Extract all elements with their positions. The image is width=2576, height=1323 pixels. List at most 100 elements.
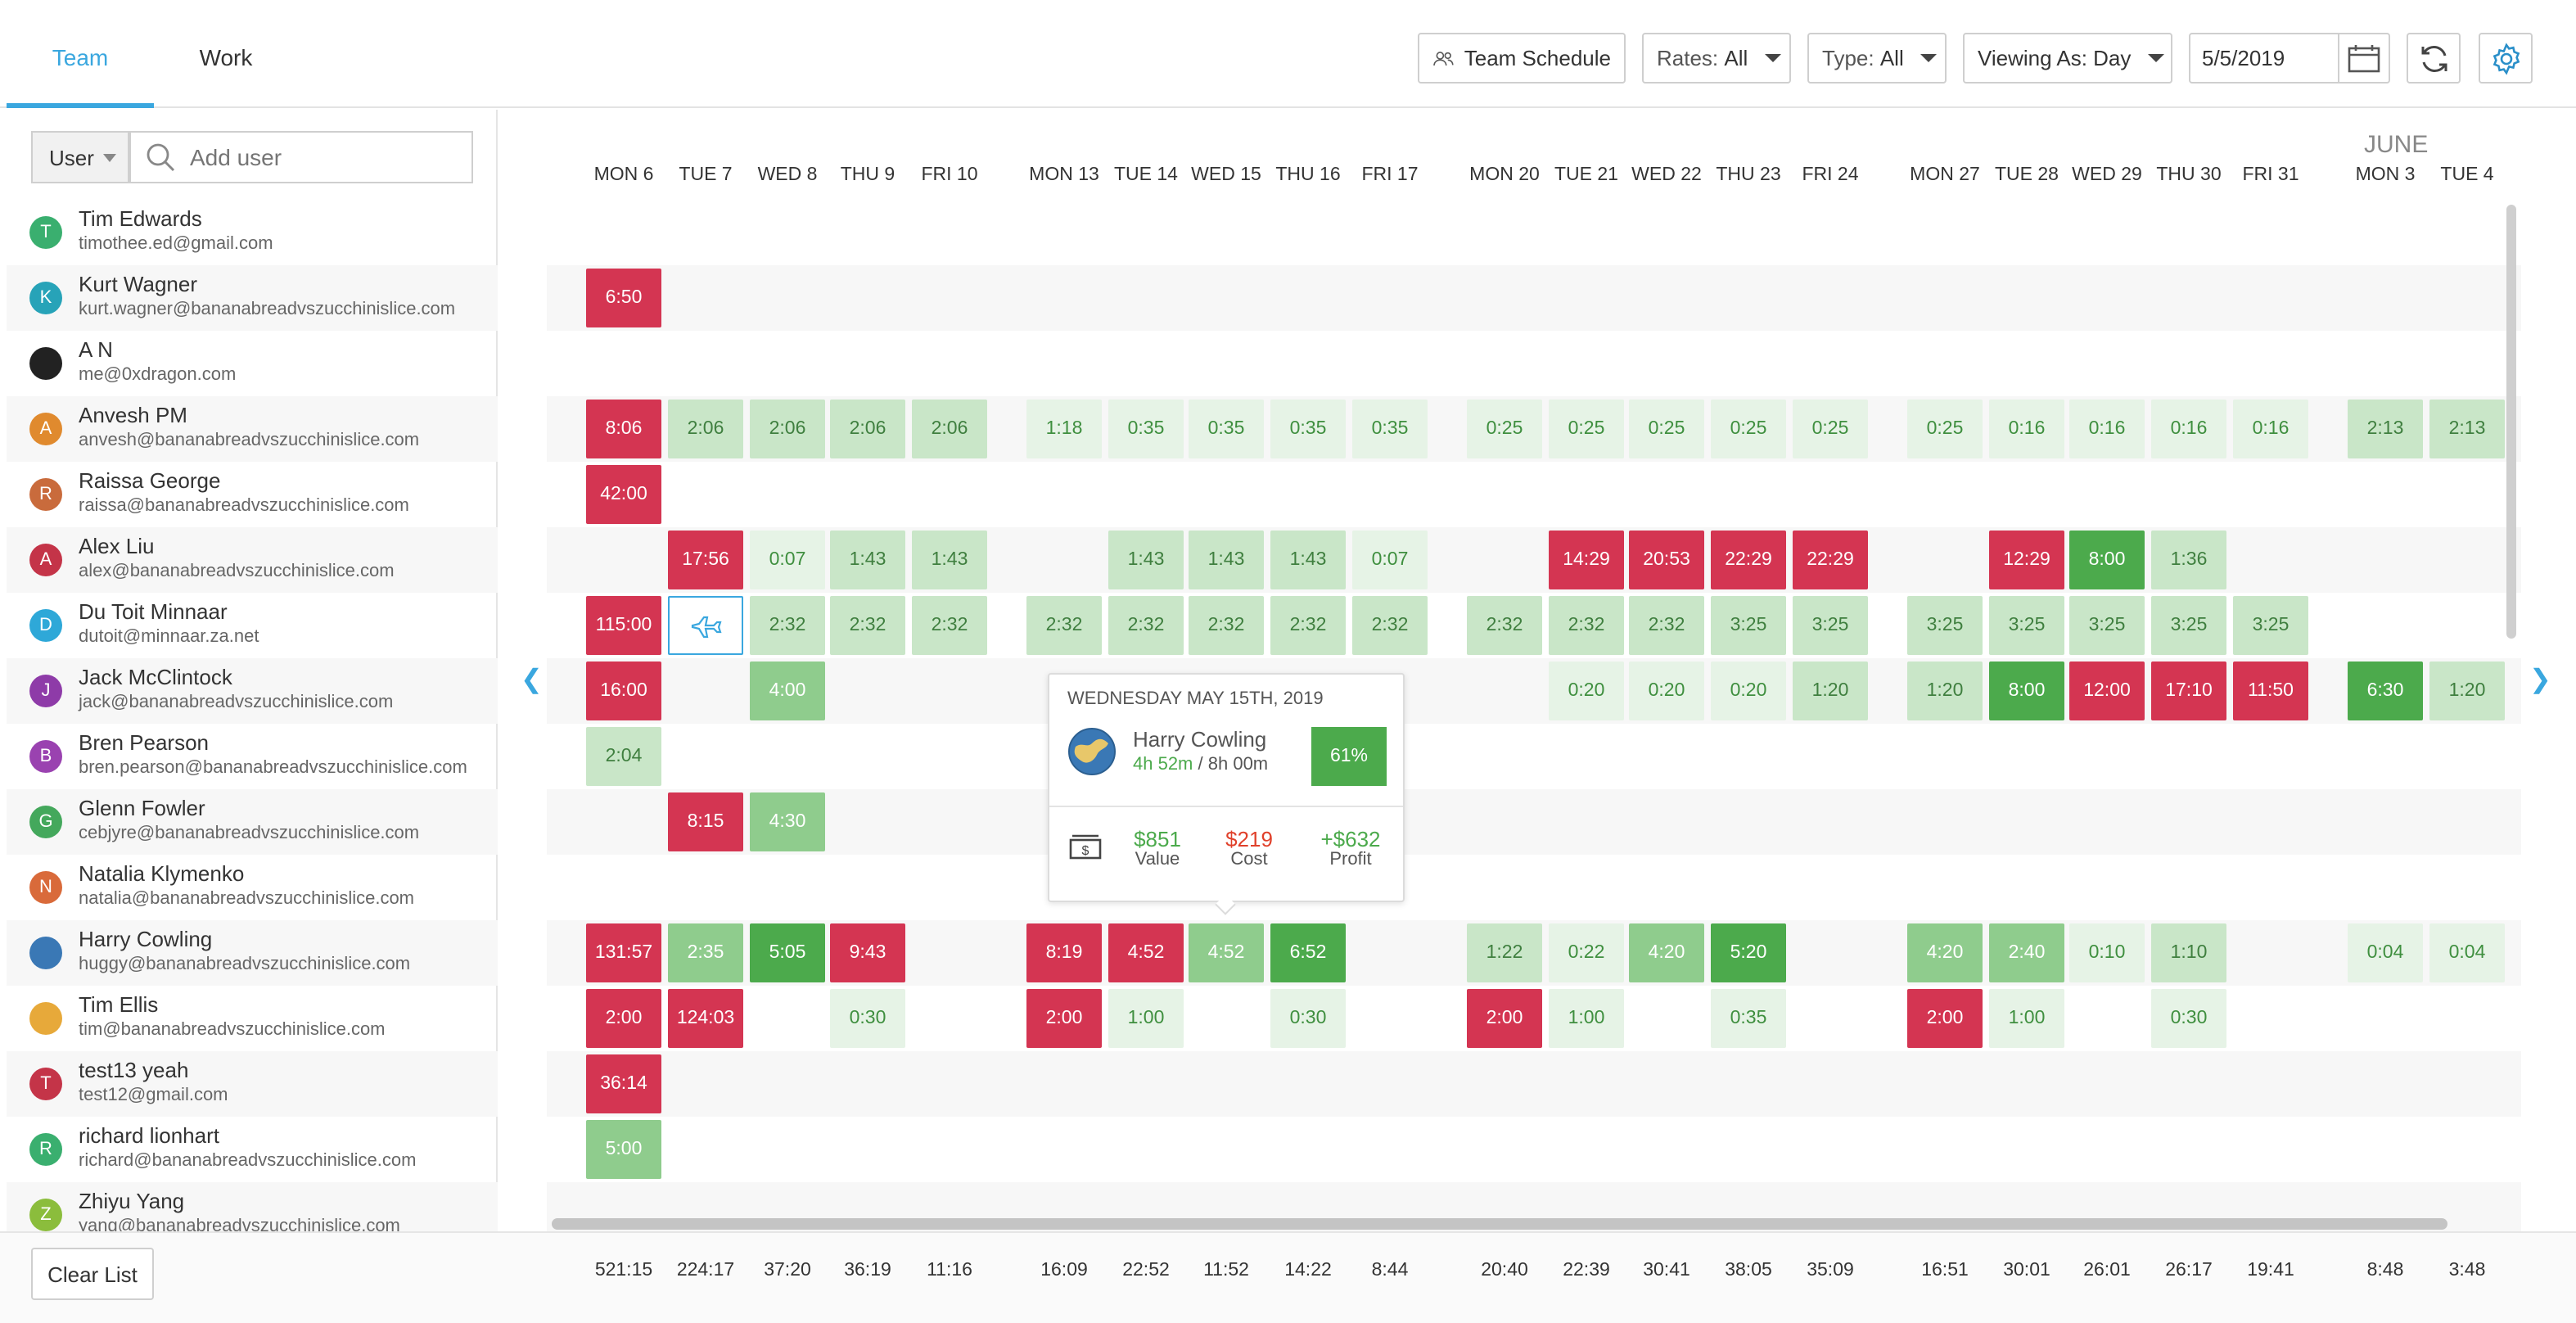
time-cell[interactable]: 1:10 <box>2151 923 2226 982</box>
time-cell[interactable]: 0:35 <box>1711 989 1786 1048</box>
time-cell[interactable]: 0:30 <box>830 989 905 1048</box>
time-cell[interactable]: 4:20 <box>1907 923 1983 982</box>
time-cell[interactable]: 8:06 <box>586 400 661 458</box>
time-cell[interactable]: 2:32 <box>1352 596 1428 655</box>
rates-dropdown[interactable]: Rates: All <box>1642 33 1791 84</box>
add-user-field[interactable] <box>129 131 473 183</box>
time-cell[interactable]: 0:35 <box>1352 400 1428 458</box>
time-cell[interactable]: 0:07 <box>750 531 825 589</box>
time-cell[interactable]: 0:25 <box>1793 400 1868 458</box>
time-cell[interactable]: 3:25 <box>2233 596 2308 655</box>
time-cell[interactable]: 4:20 <box>1629 923 1704 982</box>
time-cell[interactable]: 17:56 <box>668 531 743 589</box>
time-cell[interactable]: 2:06 <box>830 400 905 458</box>
time-cell[interactable]: 1:36 <box>2151 531 2226 589</box>
time-cell[interactable]: 6:30 <box>2348 662 2423 720</box>
time-cell[interactable]: 5:00 <box>586 1120 661 1179</box>
time-cell[interactable]: 2:32 <box>1629 596 1704 655</box>
time-cell[interactable]: 3:25 <box>2069 596 2145 655</box>
time-cell[interactable]: 2:35 <box>668 923 743 982</box>
time-cell[interactable]: 131:57 <box>586 923 661 982</box>
user-row[interactable]: A Alex Liu alex@bananabreadvszucchinislice… <box>7 527 498 593</box>
clear-list-button[interactable]: Clear List <box>31 1248 154 1300</box>
time-cell[interactable]: 2:32 <box>750 596 825 655</box>
time-cell[interactable]: 5:05 <box>750 923 825 982</box>
time-cell[interactable]: 14:29 <box>1549 531 1624 589</box>
time-cell[interactable]: 3:25 <box>1907 596 1983 655</box>
time-cell[interactable]: 2:32 <box>912 596 987 655</box>
time-cell[interactable]: 1:43 <box>1189 531 1264 589</box>
user-row[interactable]: K Kurt Wagner kurt.wagner@bananabreadvszuc… <box>7 265 498 331</box>
time-cell[interactable]: 9:43 <box>830 923 905 982</box>
time-cell[interactable]: 115:00 <box>586 596 661 655</box>
time-cell[interactable]: 0:16 <box>2151 400 2226 458</box>
time-cell[interactable]: 2:00 <box>1907 989 1983 1048</box>
user-row[interactable]: Ttest13 yeah test12@gmail.com <box>7 1051 498 1117</box>
time-cell[interactable]: 0:25 <box>1711 400 1786 458</box>
time-cell[interactable]: 2:32 <box>830 596 905 655</box>
time-cell[interactable]: 11:50 <box>2233 662 2308 720</box>
time-cell[interactable]: 0:10 <box>2069 923 2145 982</box>
time-cell[interactable]: 2:32 <box>1108 596 1184 655</box>
time-cell[interactable]: 36:14 <box>586 1054 661 1113</box>
time-cell[interactable]: 2:32 <box>1189 596 1264 655</box>
time-cell[interactable]: 4:52 <box>1189 923 1264 982</box>
time-cell[interactable]: 0:30 <box>1270 989 1346 1048</box>
user-row[interactable]: J Jack McClintock jack@bananabreadvszucchi… <box>7 658 498 724</box>
horizontal-scrollbar[interactable] <box>552 1218 2447 1230</box>
time-cell[interactable]: 2:00 <box>1467 989 1542 1048</box>
time-cell[interactable]: 0:07 <box>1352 531 1428 589</box>
time-cell[interactable]: 2:13 <box>2348 400 2423 458</box>
calendar-icon[interactable] <box>2348 44 2380 74</box>
time-cell[interactable]: 2:04 <box>586 727 661 786</box>
time-cell[interactable]: 0:30 <box>2151 989 2226 1048</box>
time-cell[interactable]: 2:13 <box>2429 400 2505 458</box>
time-cell[interactable]: 2:00 <box>1026 989 1102 1048</box>
user-row[interactable]: B Bren Pearson bren.pearson@bananabreadvsz… <box>7 724 498 789</box>
time-cell[interactable]: 22:29 <box>1711 531 1786 589</box>
time-cell[interactable]: 1:20 <box>1793 662 1868 720</box>
time-cell[interactable]: 0:16 <box>1989 400 2064 458</box>
time-cell[interactable]: 0:16 <box>2069 400 2145 458</box>
chevron-right-icon[interactable]: ❯ <box>2529 663 2551 696</box>
time-cell[interactable]: 0:25 <box>1467 400 1542 458</box>
time-cell[interactable]: 2:00 <box>586 989 661 1048</box>
time-cell[interactable]: 1:43 <box>1108 531 1184 589</box>
time-cell[interactable]: 6:52 <box>1270 923 1346 982</box>
time-cell[interactable]: 3:25 <box>1711 596 1786 655</box>
chevron-left-icon[interactable]: ❮ <box>521 663 543 696</box>
time-cell[interactable]: 0:25 <box>1907 400 1983 458</box>
tab-work[interactable]: Work <box>154 0 298 108</box>
time-cell[interactable]: 0:35 <box>1270 400 1346 458</box>
time-cell[interactable]: 4:30 <box>750 792 825 851</box>
user-row[interactable]: N Natalia Klymenko natalia@bananabreadvszu… <box>7 855 498 920</box>
add-user-input[interactable] <box>190 144 452 170</box>
time-cell[interactable]: 2:32 <box>1549 596 1624 655</box>
time-cell[interactable]: 0:35 <box>1189 400 1264 458</box>
time-cell[interactable]: 0:16 <box>2233 400 2308 458</box>
time-cell[interactable]: 0:20 <box>1711 662 1786 720</box>
user-row[interactable]: T Tim Edwards timothee.ed@gmail.com <box>7 200 498 265</box>
time-cell[interactable]: 1:00 <box>1108 989 1184 1048</box>
time-cell[interactable]: 2:32 <box>1467 596 1542 655</box>
time-cell[interactable]: 16:00 <box>586 662 661 720</box>
date-picker[interactable]: 5/5/2019 <box>2189 33 2390 84</box>
vertical-scrollbar[interactable] <box>2506 205 2516 639</box>
time-off-cell[interactable] <box>668 596 743 655</box>
time-cell[interactable]: 1:00 <box>1989 989 2064 1048</box>
time-cell[interactable]: 0:25 <box>1629 400 1704 458</box>
time-cell[interactable]: 12:29 <box>1989 531 2064 589</box>
time-cell[interactable]: 6:50 <box>586 269 661 327</box>
user-row[interactable]: Harry Cowling huggy@bananabreadvszucchini… <box>7 920 498 986</box>
time-cell[interactable]: 0:25 <box>1549 400 1624 458</box>
time-cell[interactable]: 0:35 <box>1108 400 1184 458</box>
date-value[interactable]: 5/5/2019 <box>2190 46 2338 70</box>
time-cell[interactable]: 1:20 <box>1907 662 1983 720</box>
time-cell[interactable]: 2:32 <box>1270 596 1346 655</box>
time-cell[interactable]: 1:43 <box>830 531 905 589</box>
time-cell[interactable]: 1:43 <box>1270 531 1346 589</box>
time-cell[interactable]: 1:22 <box>1467 923 1542 982</box>
time-cell[interactable]: 5:20 <box>1711 923 1786 982</box>
time-cell[interactable]: 3:25 <box>1793 596 1868 655</box>
type-dropdown[interactable]: Type: All <box>1807 33 1947 84</box>
